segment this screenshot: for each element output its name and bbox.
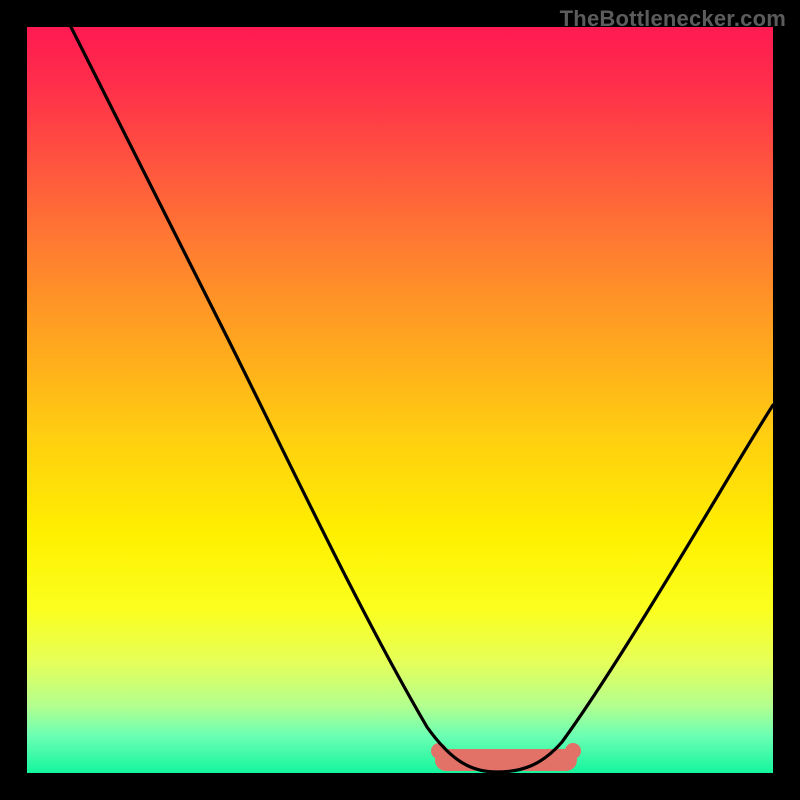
bottleneck-curve bbox=[27, 27, 773, 773]
watermark-text: TheBottlenecker.com bbox=[560, 6, 786, 32]
curve-path bbox=[71, 27, 773, 772]
chart-frame: TheBottlenecker.com bbox=[0, 0, 800, 800]
plot-area bbox=[27, 27, 773, 773]
